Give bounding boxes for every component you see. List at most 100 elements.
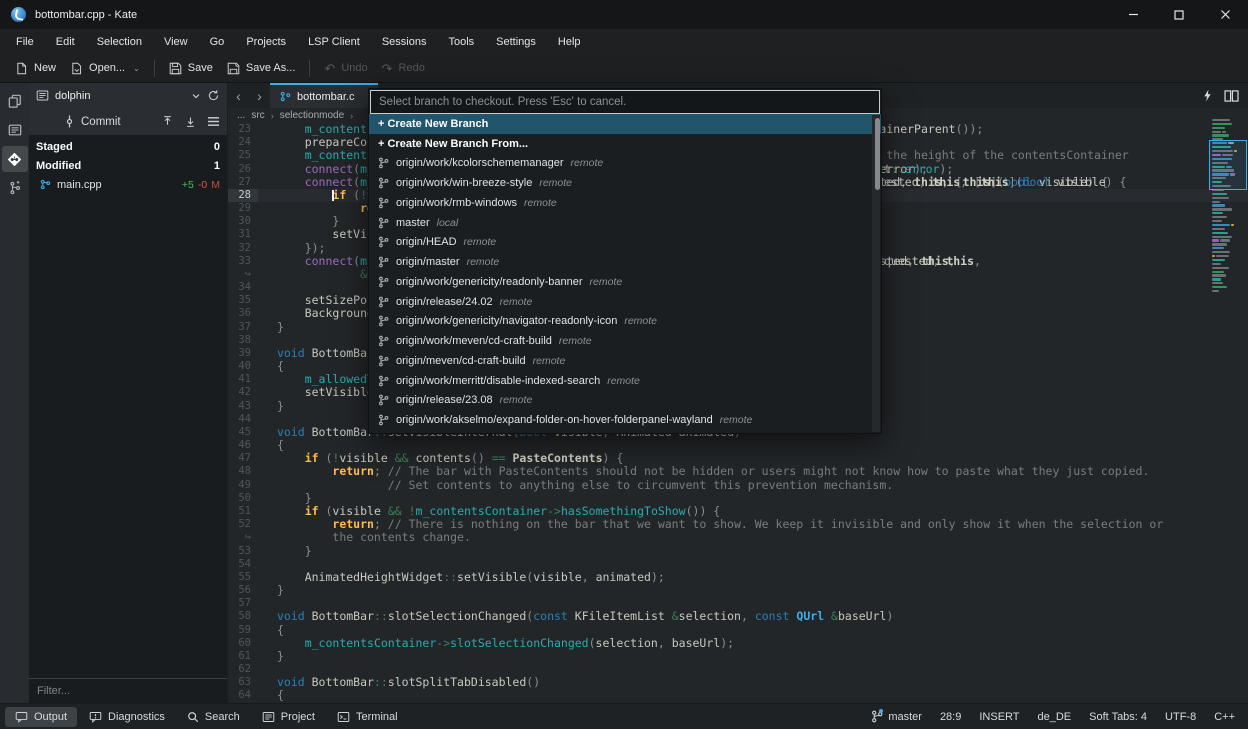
chevron-down-icon[interactable] (191, 91, 201, 101)
encoding[interactable]: UTF-8 (1165, 711, 1196, 723)
branch-item[interactable]: origin/HEADremote (369, 233, 881, 253)
menu-projects[interactable]: Projects (235, 32, 297, 52)
branch-item[interactable]: origin/work/genericity/readonly-bannerre… (369, 272, 881, 292)
branch-item[interactable]: origin/work/meven/cd-craft-buildremote (369, 331, 881, 351)
project-selector[interactable]: dolphin (55, 90, 90, 102)
line-number: 32 (228, 242, 258, 255)
code-line[interactable]: 61} (228, 650, 1248, 663)
redo-button[interactable]: ↷ Redo (375, 58, 432, 79)
git-branch-icon (378, 157, 389, 169)
dictionary[interactable]: de_DE (1038, 711, 1072, 723)
back-button[interactable]: ‹ (228, 83, 249, 108)
branch-item[interactable]: origin/release/24.02remote (369, 292, 881, 312)
menu-selection[interactable]: Selection (86, 32, 153, 52)
menu-lsp-client[interactable]: LSP Client (297, 32, 371, 52)
branch-item[interactable]: origin/work/rmb-windowsremote (369, 193, 881, 213)
sidebar-tool-documents-icon[interactable] (2, 88, 28, 114)
line-number: 38 (228, 334, 258, 347)
code-line[interactable]: ↪ the contents change. (228, 531, 1248, 544)
menu-file[interactable]: File (5, 32, 45, 52)
quick-actions-lightning-icon[interactable] (1203, 89, 1212, 102)
breadcrumb-item-selectionmode[interactable]: selectionmode (280, 110, 344, 121)
branch-item[interactable]: origin/work/genericity/navigator-readonl… (369, 312, 881, 332)
branch-item[interactable]: origin/release/23.08remote (369, 391, 881, 411)
branch-name: origin/work/win-breeze-style (396, 177, 532, 189)
branch-item[interactable]: origin/work/ (369, 430, 881, 433)
code-line[interactable]: 58void BottomBar::slotSelectionChanged(c… (228, 610, 1248, 623)
menu-settings[interactable]: Settings (485, 32, 547, 52)
sidebar-tool-branch-tree-icon[interactable] (2, 175, 28, 201)
diagnostics-icon (89, 711, 102, 723)
new-button[interactable]: New (8, 58, 63, 79)
line-number: 47 (228, 452, 258, 465)
menu-sessions[interactable]: Sessions (371, 32, 438, 52)
minimize-button[interactable] (1110, 0, 1156, 29)
open-dropdown-chevron-icon[interactable]: ⌄ (133, 64, 140, 73)
line-number: 37 (228, 321, 258, 334)
branch-list: + Create New Branch+ Create New Branch F… (369, 114, 881, 433)
push-icon[interactable] (161, 115, 174, 128)
pull-icon[interactable] (184, 115, 197, 128)
branch-item[interactable]: origin/work/akselmo/expand-folder-on-hov… (369, 410, 881, 430)
branch-item[interactable]: origin/work/merritt/disable-indexed-sear… (369, 371, 881, 391)
statusbar-branch[interactable]: master (871, 710, 922, 723)
menu-hamburger-icon[interactable] (207, 116, 220, 127)
syntax-language[interactable]: C++ (1214, 711, 1235, 723)
sidebar-tool-list-details-icon[interactable] (2, 117, 28, 143)
staged-row[interactable]: Staged 0 (29, 137, 227, 156)
code-line[interactable]: 56} (228, 584, 1248, 597)
create-new-branch-item[interactable]: + Create New Branch (369, 114, 881, 134)
save-button[interactable]: Save (162, 58, 220, 79)
commit-button[interactable]: Commit (64, 115, 121, 128)
git-branch-icon (378, 217, 389, 229)
tab-bottombar-cpp[interactable]: bottombar.c (270, 83, 378, 108)
panel-button-output[interactable]: Output (5, 707, 77, 727)
create-new-branch-from-item[interactable]: + Create New Branch From... (369, 134, 881, 154)
input-mode[interactable]: INSERT (979, 711, 1019, 723)
split-view-icon[interactable] (1224, 90, 1239, 102)
branch-item[interactable]: origin/masterremote (369, 252, 881, 272)
branch-item[interactable]: origin/meven/cd-craft-buildremote (369, 351, 881, 371)
modified-row[interactable]: Modified 1 (29, 156, 227, 175)
line-number: 35 (228, 294, 258, 307)
branch-item[interactable]: masterlocal (369, 213, 881, 233)
branch-type: remote (539, 177, 572, 189)
code-line[interactable]: 63void BottomBar::slotSplitTabDisabled() (228, 676, 1248, 689)
window-title: bottombar.cpp - Kate (35, 9, 137, 21)
open-button[interactable]: Open... ⌄ (63, 58, 147, 79)
menu-go[interactable]: Go (199, 32, 236, 52)
code-line[interactable]: 55 AnimatedHeightWidget::setVisible(visi… (228, 571, 1248, 584)
panel-button-search[interactable]: Search (177, 707, 250, 727)
branch-item[interactable]: origin/work/win-breeze-style remote (369, 173, 881, 193)
popup-scrollbar-thumb[interactable] (875, 118, 880, 190)
panel-button-terminal[interactable]: Terminal (327, 707, 408, 727)
git-filter-input[interactable]: Filter... (29, 678, 227, 703)
code-line[interactable]: 49 // Set contents to anything else to c… (228, 479, 1248, 492)
minimap[interactable] (1212, 118, 1245, 293)
menu-help[interactable]: Help (547, 32, 592, 52)
breadcrumb-ellipsis[interactable]: ... (237, 110, 245, 121)
code-line[interactable]: 60 m_contentsContainer->slotSelectionCha… (228, 637, 1248, 650)
close-button[interactable] (1202, 0, 1248, 29)
breadcrumb-item-src[interactable]: src (251, 110, 264, 121)
tab-label: bottombar.c (297, 91, 354, 103)
menu-view[interactable]: View (153, 32, 199, 52)
code-line[interactable]: 53 } (228, 545, 1248, 558)
code-fragment: quested, this, (884, 255, 981, 268)
undo-button[interactable]: ↶ Undo (317, 58, 374, 79)
cursor-position[interactable]: 28:9 (940, 711, 961, 723)
refresh-icon[interactable] (207, 89, 220, 102)
branch-item[interactable]: origin/work/kcolorschememanagerremote (369, 154, 881, 174)
minimap-viewport[interactable] (1209, 140, 1247, 190)
forward-button[interactable]: › (249, 83, 270, 108)
save-as-button[interactable]: Save As... (220, 58, 303, 79)
menu-tools[interactable]: Tools (437, 32, 485, 52)
maximize-button[interactable] (1156, 0, 1202, 29)
panel-button-diagnostics[interactable]: Diagnostics (79, 707, 175, 727)
modified-file-row[interactable]: main.cpp +5 -0 M (29, 175, 227, 194)
menu-edit[interactable]: Edit (45, 32, 86, 52)
branch-search-input[interactable]: Select branch to checkout. Press 'Esc' t… (370, 90, 880, 114)
sidebar-tool-git-icon[interactable] (2, 146, 28, 172)
panel-button-project[interactable]: Project (252, 707, 325, 727)
tab-settings[interactable]: Soft Tabs: 4 (1089, 711, 1147, 723)
